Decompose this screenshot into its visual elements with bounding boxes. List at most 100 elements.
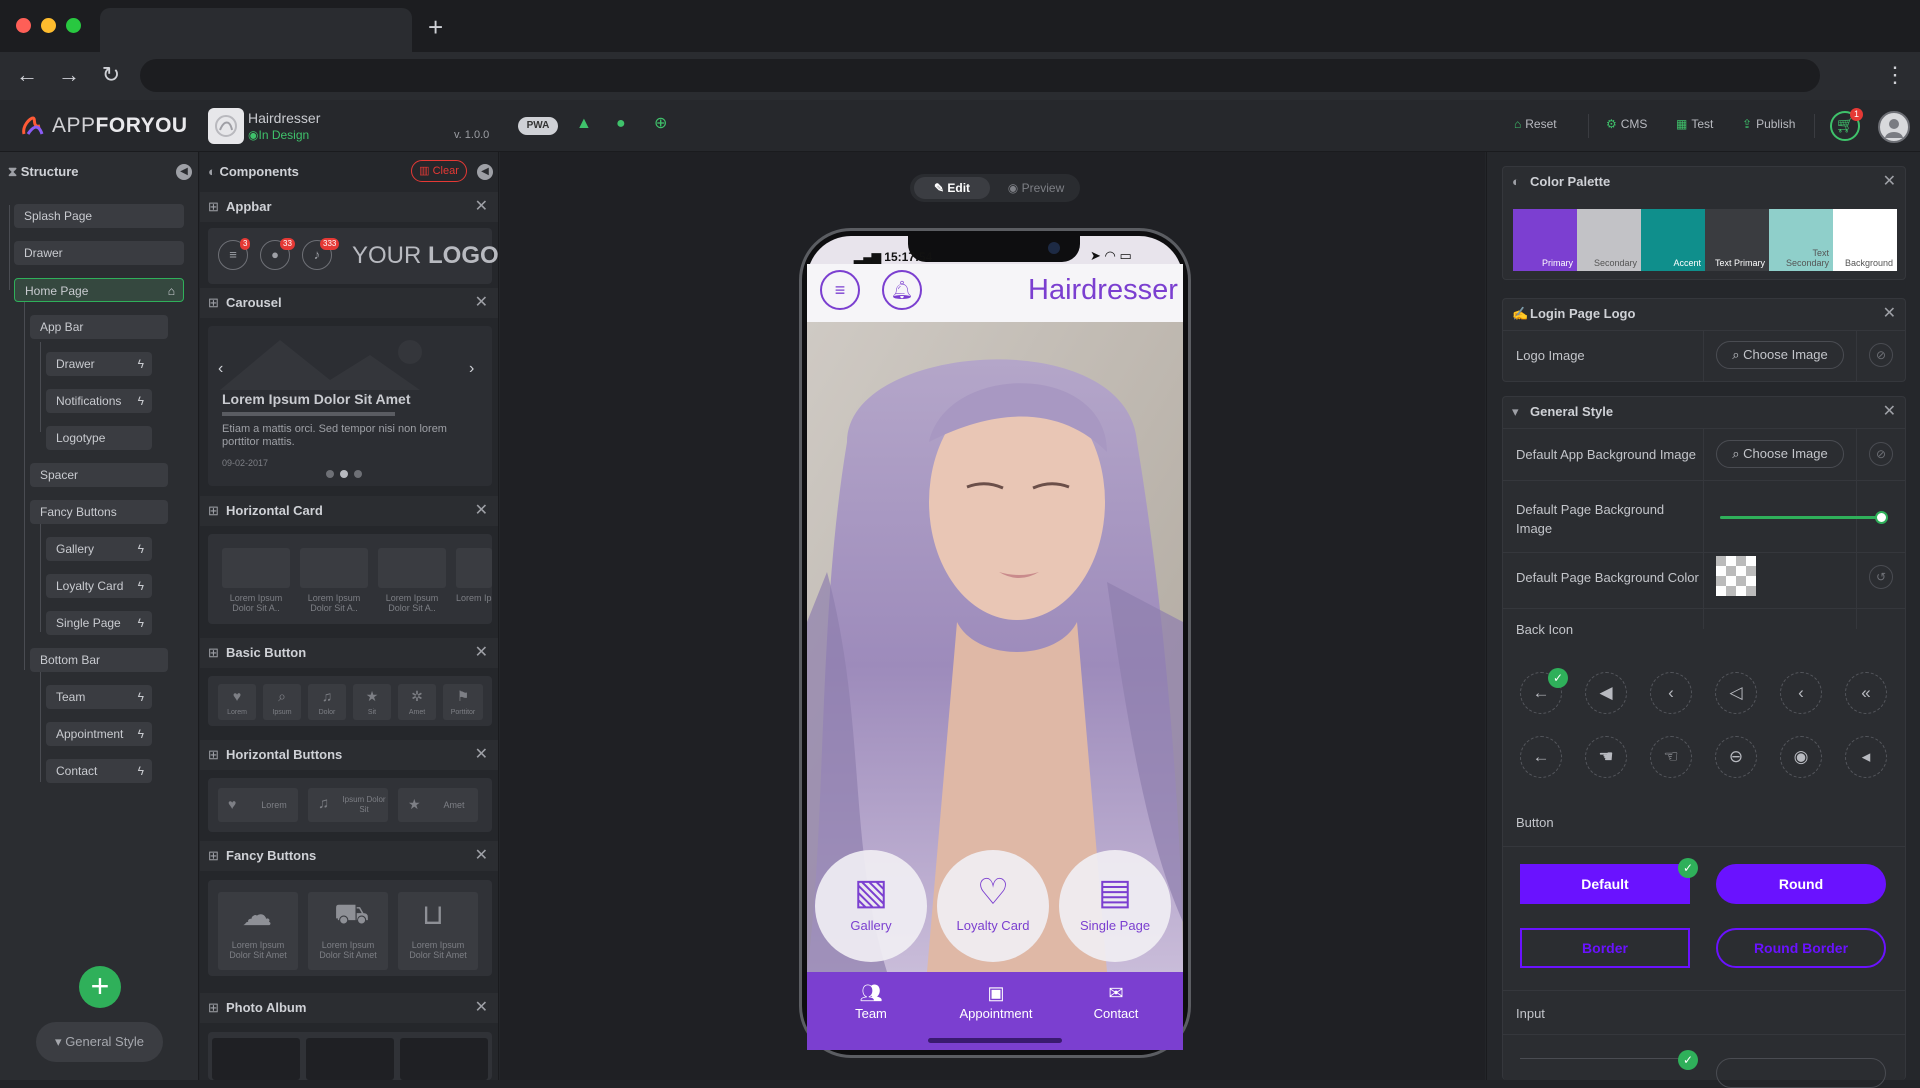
section-carousel[interactable]: ⊞ Carousel ✕ [200, 288, 498, 318]
close-icon[interactable]: ✕ [475, 496, 488, 526]
section-horizontal-card[interactable]: ⊞ Horizontal Card ✕ [200, 496, 498, 526]
window-close-dot[interactable] [16, 18, 31, 33]
reload-icon[interactable]: ↻ [96, 62, 126, 88]
bottom-tab-team[interactable]: 👥︎ Team [821, 982, 921, 1021]
remove-image-icon[interactable]: ⊘ [1869, 343, 1893, 367]
publish-button[interactable]: ⇪ Publish [1742, 117, 1795, 131]
carousel-dot[interactable] [326, 470, 334, 478]
back-arrow-option-7[interactable]: ← [1520, 736, 1562, 778]
collapse-components-icon[interactable]: ◀ [477, 164, 493, 180]
tree-item-drawer[interactable]: Drawer [14, 241, 184, 265]
close-icon[interactable]: ✕ [475, 993, 488, 1023]
back-icon[interactable]: ← [12, 62, 42, 88]
collapse-structure-icon[interactable]: ◀ [176, 164, 192, 180]
tree-item-drawer-child[interactable]: Drawer ϟ [46, 352, 152, 376]
swatch-accent[interactable]: Accent [1641, 209, 1705, 271]
back-arrow-option-4[interactable]: ◁ [1715, 672, 1757, 714]
carousel-dot[interactable] [354, 470, 362, 478]
tree-item-contact[interactable]: Contact ϟ [46, 759, 152, 783]
bottom-tab-appointment[interactable]: ▣ Appointment [946, 982, 1046, 1021]
close-icon[interactable]: ✕ [475, 841, 488, 871]
close-icon[interactable]: ✕ [475, 288, 488, 318]
test-button[interactable]: ▦ Test [1676, 117, 1713, 131]
general-style-button[interactable]: ▾ General Style [36, 1022, 163, 1062]
close-icon[interactable]: ✕ [1883, 396, 1896, 428]
close-icon[interactable]: ✕ [475, 192, 488, 222]
bg-image-slider-knob[interactable] [1875, 511, 1888, 524]
browser-tab[interactable] [100, 8, 412, 52]
back-arrow-option-10[interactable]: ⊖ [1715, 736, 1757, 778]
section-basic-button[interactable]: ⊞ Basic Button ✕ [200, 638, 498, 668]
add-component-button[interactable]: + [79, 966, 121, 1008]
swatch-background[interactable]: Background [1833, 209, 1897, 271]
forward-icon[interactable]: → [54, 62, 84, 88]
general-style-header[interactable]: ▾ General Style ✕ [1502, 396, 1906, 428]
tree-item-notifications[interactable]: Notifications ϟ [46, 389, 152, 413]
window-minimize-dot[interactable] [41, 18, 56, 33]
remove-image-icon[interactable]: ⊘ [1869, 442, 1893, 466]
clear-button[interactable]: ▥ Clear [411, 160, 467, 182]
tree-item-logotype[interactable]: Logotype [46, 426, 152, 450]
swatch-text-primary[interactable]: Text Primary [1705, 209, 1769, 271]
apple-icon[interactable]: ● [616, 114, 626, 134]
carousel-dot[interactable] [340, 470, 348, 478]
notification-bell-icon[interactable]: 🔔︎ [882, 270, 922, 310]
login-logo-header[interactable]: ✍ Login Page Logo ✕ [1502, 298, 1906, 330]
back-arrow-option-3[interactable]: ‹ [1650, 672, 1692, 714]
button-style-round-border[interactable]: Round Border [1716, 928, 1886, 968]
fancy-button-gallery[interactable]: ▧ Gallery [815, 850, 927, 962]
bg-image-slider-track[interactable] [1720, 516, 1882, 519]
tree-item-home-page[interactable]: Home Page ⌂ [14, 278, 184, 302]
preview-mode-button[interactable]: ◉ Preview [996, 177, 1076, 199]
reset-color-icon[interactable]: ↺ [1869, 565, 1893, 589]
section-appbar[interactable]: ⊞ Appbar ✕ [200, 192, 498, 222]
back-arrow-option-5[interactable]: ‹ [1780, 672, 1822, 714]
section-photo-album[interactable]: ⊞ Photo Album ✕ [200, 993, 498, 1023]
bottom-tab-contact[interactable]: ✉ Contact [1066, 982, 1166, 1021]
tree-item-team[interactable]: Team ϟ [46, 685, 152, 709]
browser-menu-icon[interactable]: ⋮ [1884, 60, 1906, 90]
button-style-round[interactable]: Round [1716, 864, 1886, 904]
tree-item-app-bar[interactable]: App Bar [30, 315, 168, 339]
fancy-button-single-page[interactable]: ▤ Single Page [1059, 850, 1171, 962]
cms-button[interactable]: ⚙ CMS [1606, 117, 1647, 131]
back-arrow-option-12[interactable]: ◂ [1845, 736, 1887, 778]
tree-item-loyalty-card[interactable]: Loyalty Card ϟ [46, 574, 152, 598]
back-arrow-option-2[interactable]: ◀ [1585, 672, 1627, 714]
app-logo[interactable]: APPFORYOU [52, 114, 188, 138]
android-icon[interactable]: ▲ [576, 114, 592, 134]
new-tab-icon[interactable]: + [428, 14, 443, 40]
tree-item-appointment[interactable]: Appointment ϟ [46, 722, 152, 746]
user-avatar[interactable] [1878, 111, 1910, 143]
fancy-button-loyalty-card[interactable]: ♡ Loyalty Card [937, 850, 1049, 962]
tree-item-gallery[interactable]: Gallery ϟ [46, 537, 152, 561]
input-style-underline[interactable] [1520, 1058, 1690, 1088]
button-style-border[interactable]: Border [1520, 928, 1690, 968]
choose-bg-image-button[interactable]: ⌕ Choose Image [1716, 440, 1844, 468]
section-fancy-buttons[interactable]: ⊞ Fancy Buttons ✕ [200, 841, 498, 871]
back-arrow-option-8[interactable]: ☚ [1585, 736, 1627, 778]
edit-mode-button[interactable]: ✎ Edit [914, 177, 990, 199]
address-bar[interactable] [140, 59, 1820, 92]
project-thumbnail[interactable] [208, 108, 244, 144]
bg-color-swatch[interactable] [1716, 556, 1756, 596]
choose-logo-image-button[interactable]: ⌕ Choose Image [1716, 341, 1844, 369]
carousel-next-icon[interactable]: › [469, 360, 474, 378]
back-arrow-option-9[interactable]: ☜ [1650, 736, 1692, 778]
close-icon[interactable]: ✕ [475, 740, 488, 770]
tree-item-splash-page[interactable]: Splash Page [14, 204, 184, 228]
tree-item-bottom-bar[interactable]: Bottom Bar [30, 648, 168, 672]
color-palette-header[interactable]: ◐ Color Palette ✕ [1502, 166, 1906, 198]
input-style-round[interactable] [1716, 1058, 1886, 1088]
close-icon[interactable]: ✕ [1883, 298, 1896, 330]
swatch-primary[interactable]: Primary [1513, 209, 1577, 271]
close-icon[interactable]: ✕ [475, 638, 488, 668]
close-icon[interactable]: ✕ [1883, 166, 1896, 198]
globe-icon[interactable]: ⊕ [654, 114, 667, 134]
swatch-text-secondary[interactable]: Text Secondary [1769, 209, 1833, 271]
tree-item-single-page[interactable]: Single Page ϟ [46, 611, 152, 635]
back-arrow-option-11[interactable]: ◉ [1780, 736, 1822, 778]
reset-button[interactable]: ⌂ Reset [1514, 117, 1557, 131]
tree-item-spacer[interactable]: Spacer [30, 463, 168, 487]
carousel-prev-icon[interactable]: ‹ [218, 360, 223, 378]
